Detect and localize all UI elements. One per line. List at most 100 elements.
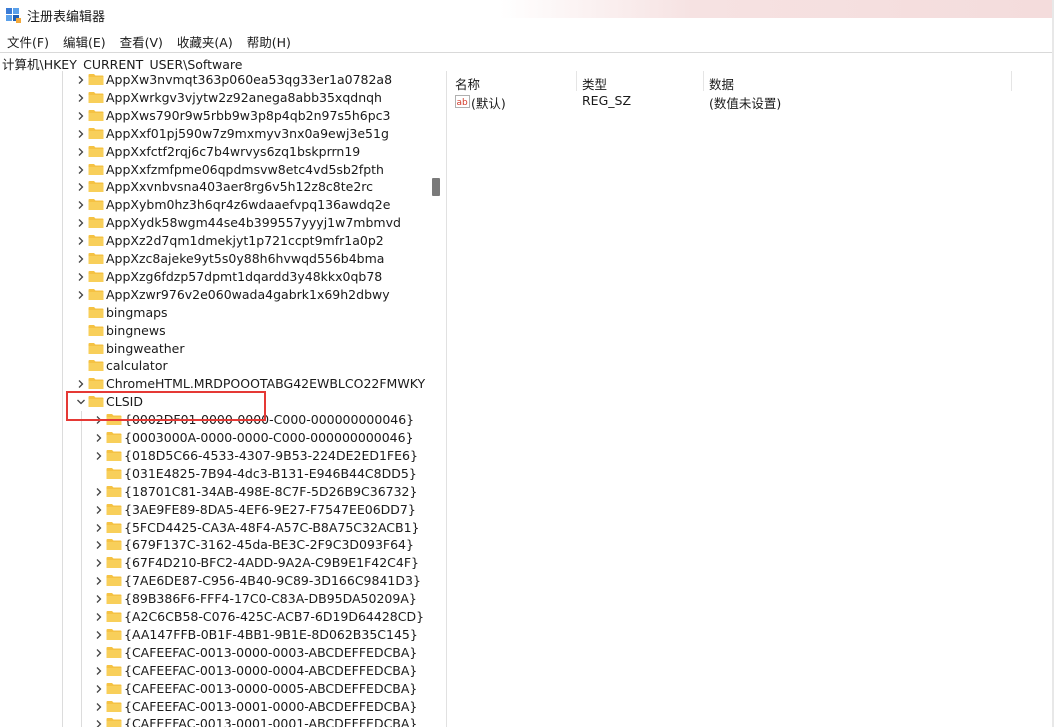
tree-item-label: {7AE6DE87-C956-4B40-9C89-3D166C9841D3} xyxy=(124,573,421,589)
menu-file[interactable]: 文件(F) xyxy=(0,30,56,52)
chevron-right-icon[interactable] xyxy=(76,182,86,192)
value-type[interactable]: REG_SZ xyxy=(582,93,631,108)
chevron-right-icon[interactable] xyxy=(76,93,86,103)
tree-item[interactable]: {7AE6DE87-C956-4B40-9C89-3D166C9841D3} xyxy=(0,572,430,590)
tree-item[interactable]: {CAFEEFAC-0013-0000-0005-ABCDEFFEDCBA} xyxy=(0,680,430,698)
menu-favorites[interactable]: 收藏夹(A) xyxy=(170,30,240,52)
tree-item[interactable]: bingmaps xyxy=(0,304,430,322)
column-header-type[interactable]: 类型 xyxy=(582,74,607,93)
tree-item[interactable]: {67F4D210-BFC2-4ADD-9A2A-C9B9E1F42C4F} xyxy=(0,554,430,572)
tree-item-label: AppXws790r9w5rbb9w3p8p4qb2n97s5h6pc3 xyxy=(106,107,391,123)
tree-item[interactable]: AppXxfctf2rqj6c7b4wrvys6zq1bskprrn19 xyxy=(0,143,430,161)
tree-item[interactable]: {031E4825-7B94-4dc3-B131-E946B44C8DD5} xyxy=(0,465,430,483)
tree-item[interactable]: AppXxfzmfpme06qpdmsvw8etc4vd5sb2fpth xyxy=(0,161,430,179)
tree-item[interactable]: {18701C81-34AB-498E-8C7F-5D26B9C36732} xyxy=(0,483,430,501)
chevron-right-icon[interactable] xyxy=(94,684,104,694)
tree-item[interactable]: {A2C6CB58-C076-425C-ACB7-6D19D64428CD} xyxy=(0,608,430,626)
values-pane[interactable]: 名称 类型 数据 ab (默认) REG_SZ (数值未设置) xyxy=(451,71,1054,727)
registry-key-tree[interactable]: AppXw3nvmqt363p060ea53qg33er1a0782a8 AppX… xyxy=(0,71,446,727)
tree-item[interactable]: AppXzg6fdzp57dpmt1dqardd3y48kkx0qb78 xyxy=(0,268,430,286)
chevron-right-icon[interactable] xyxy=(76,200,86,210)
column-divider[interactable] xyxy=(1011,71,1012,91)
tree-item[interactable]: CLSID xyxy=(0,393,430,411)
chevron-right-icon[interactable] xyxy=(94,558,104,568)
chevron-right-icon[interactable] xyxy=(76,165,86,175)
chevron-right-icon[interactable] xyxy=(94,415,104,425)
tree-item[interactable]: {3AE9FE89-8DA5-4EF6-9E27-F7547EE06DD7} xyxy=(0,501,430,519)
chevron-right-icon[interactable] xyxy=(76,129,86,139)
tree-item[interactable]: AppXxf01pj590w7z9mxmyv3nx0a9ewj3e51g xyxy=(0,125,430,143)
chevron-right-icon[interactable] xyxy=(94,505,104,515)
chevron-right-icon[interactable] xyxy=(76,272,86,282)
tree-item[interactable]: {0003000A-0000-0000-C000-000000000046} xyxy=(0,429,430,447)
tree-item[interactable]: AppXz2d7qm1dmekjyt1p721ccpt9mfr1a0p2 xyxy=(0,232,430,250)
tree-item-label: AppXzwr976v2e060wada4gabrk1x69h2dbwy xyxy=(106,286,390,302)
tree-item[interactable]: bingnews xyxy=(0,322,430,340)
chevron-right-icon[interactable] xyxy=(76,379,86,389)
chevron-right-icon[interactable] xyxy=(94,576,104,586)
value-data[interactable]: (数值未设置) xyxy=(709,93,781,112)
tree-item[interactable]: {0002DF01-0000-0000-C000-000000000046} xyxy=(0,411,430,429)
chevron-right-icon[interactable] xyxy=(94,594,104,604)
value-name[interactable]: (默认) xyxy=(471,93,506,112)
chevron-right-icon[interactable] xyxy=(76,236,86,246)
tree-item[interactable]: {AA147FFB-0B1F-4BB1-9B1E-8D062B35C145} xyxy=(0,626,430,644)
scrollbar-thumb[interactable] xyxy=(432,178,440,196)
tree-item[interactable]: ChromeHTML.MRDPOOOTABG42EWBLCO22FMWKY xyxy=(0,375,430,393)
chevron-right-icon[interactable] xyxy=(94,540,104,550)
chevron-right-icon[interactable] xyxy=(76,75,86,85)
chevron-right-icon[interactable] xyxy=(94,487,104,497)
tree-item[interactable]: bingweather xyxy=(0,340,430,358)
tree-item[interactable]: AppXzc8ajeke9yt5s0y88h6hvwqd556b4bma xyxy=(0,250,430,268)
column-divider[interactable] xyxy=(576,71,577,91)
chevron-right-icon[interactable] xyxy=(76,290,86,300)
column-divider[interactable] xyxy=(703,71,704,91)
column-header-data[interactable]: 数据 xyxy=(709,74,734,93)
tree-item[interactable]: AppXxvnbvsna403aer8rg6v5h12z8c8te2rc xyxy=(0,178,430,196)
tree-item[interactable]: {CAFEEFAC-0013-0001-0001-ABCDEFFEDCBA} xyxy=(0,715,430,727)
folder-icon xyxy=(88,378,104,390)
registry-editor-app-icon xyxy=(6,8,21,23)
folder-icon xyxy=(88,163,104,175)
chevron-right-icon[interactable] xyxy=(76,254,86,264)
tree-item[interactable]: AppXzwr976v2e060wada4gabrk1x69h2dbwy xyxy=(0,286,430,304)
chevron-right-icon[interactable] xyxy=(94,612,104,622)
tree-item[interactable]: {CAFEEFAC-0013-0000-0004-ABCDEFFEDCBA} xyxy=(0,662,430,680)
tree-item[interactable]: {CAFEEFAC-0013-0001-0000-ABCDEFFEDCBA} xyxy=(0,698,430,716)
tree-item[interactable]: {CAFEEFAC-0013-0000-0003-ABCDEFFEDCBA} xyxy=(0,644,430,662)
chevron-right-icon[interactable] xyxy=(76,218,86,228)
tree-item[interactable]: AppXybm0hz3h6qr4z6wdaaefvpq136awdq2e xyxy=(0,196,430,214)
folder-icon xyxy=(88,396,104,408)
column-header-name[interactable]: 名称 xyxy=(455,74,480,93)
chevron-right-icon[interactable] xyxy=(94,648,104,658)
menu-view[interactable]: 查看(V) xyxy=(113,30,170,52)
chevron-right-icon[interactable] xyxy=(94,523,104,533)
chevron-right-icon[interactable] xyxy=(76,147,86,157)
chevron-right-icon[interactable] xyxy=(94,630,104,640)
tree-item[interactable]: {679F137C-3162-45da-BE3C-2F9C3D093F64} xyxy=(0,536,430,554)
tree-item[interactable]: {5FCD4425-CA3A-48F4-A57C-B8A75C32ACB1} xyxy=(0,519,430,537)
tree-item-label: {67F4D210-BFC2-4ADD-9A2A-C9B9E1F42C4F} xyxy=(124,555,419,571)
tree-item[interactable]: AppXws790r9w5rbb9w3p8p4qb2n97s5h6pc3 xyxy=(0,107,430,125)
tree-item-label: {CAFEEFAC-0013-0000-0003-ABCDEFFEDCBA} xyxy=(124,644,418,660)
chevron-down-icon[interactable] xyxy=(76,397,86,407)
chevron-right-icon[interactable] xyxy=(94,702,104,712)
chevron-right-icon[interactable] xyxy=(76,111,86,121)
tree-item-label: bingmaps xyxy=(106,304,168,320)
menu-help[interactable]: 帮助(H) xyxy=(240,30,298,52)
folder-icon xyxy=(88,217,104,229)
tree-item-label: {A2C6CB58-C076-425C-ACB7-6D19D64428CD} xyxy=(124,609,425,624)
tree-item[interactable]: {018D5C66-4533-4307-9B53-224DE2ED1FE6} xyxy=(0,447,430,465)
tree-item[interactable]: AppXwrkgv3vjytw2z92anega8abb35xqdnqh xyxy=(0,89,430,107)
tree-item[interactable]: {89B386F6-FFF4-17C0-C83A-DB95DA50209A} xyxy=(0,590,430,608)
menu-edit[interactable]: 编辑(E) xyxy=(56,30,113,52)
chevron-right-icon[interactable] xyxy=(94,433,104,443)
tree-item[interactable]: AppXydk58wgm44se4b399557yyyj1w7mbmvd xyxy=(0,214,430,232)
tree-vertical-scrollbar[interactable] xyxy=(430,71,446,727)
tree-item[interactable]: AppXw3nvmqt363p060ea53qg33er1a0782a8 xyxy=(0,71,430,89)
chevron-right-icon[interactable] xyxy=(94,666,104,676)
chevron-right-icon[interactable] xyxy=(94,451,104,461)
address-bar[interactable]: 计算机\HKEY_CURRENT_USER\Software xyxy=(0,52,1054,73)
chevron-right-icon[interactable] xyxy=(94,719,104,727)
tree-item[interactable]: calculator xyxy=(0,357,430,375)
